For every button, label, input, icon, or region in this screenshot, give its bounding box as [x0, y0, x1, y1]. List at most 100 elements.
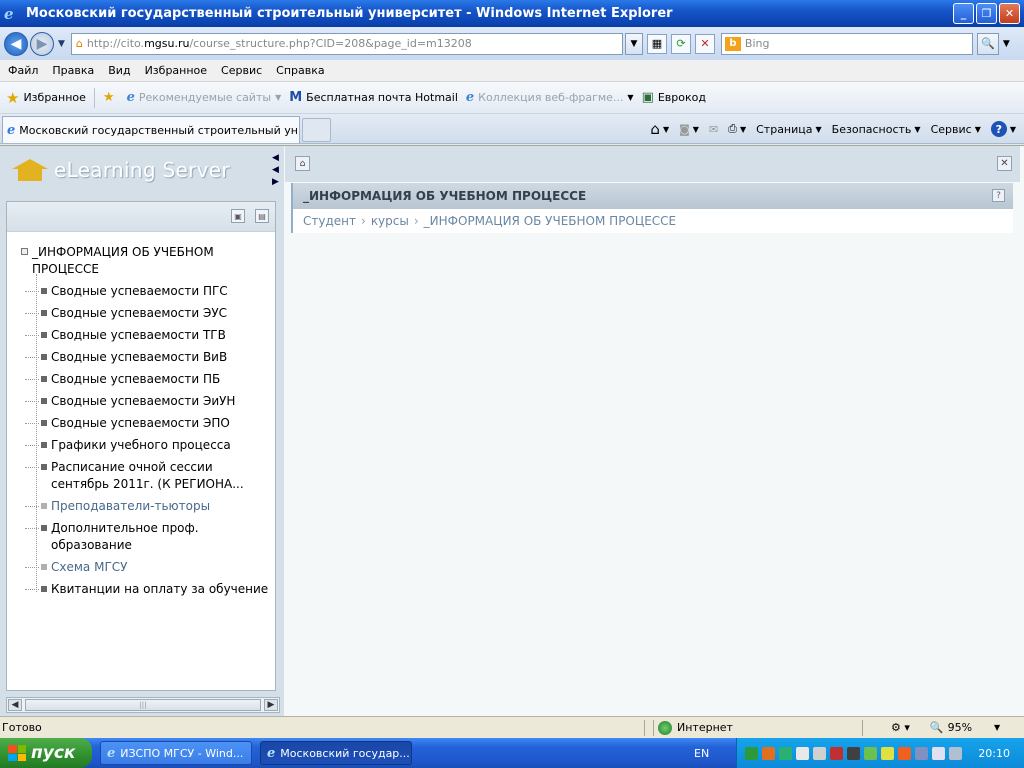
volume-icon[interactable] [898, 746, 911, 760]
window-titlebar[interactable]: e Московский государственный строительны… [0, 0, 1024, 27]
system-tray: 20:10 [736, 738, 1024, 768]
home-button[interactable]: ⌂ ▼ [650, 120, 669, 138]
tray-icon[interactable] [762, 746, 775, 760]
tree-item[interactable]: Графики учебного процесса [19, 437, 269, 454]
tree-item[interactable]: Расписание очной сессии сентябрь 2011г. … [19, 459, 269, 493]
tree-item[interactable]: Сводные успеваемости ВиВ [19, 349, 269, 366]
search-tree-icon[interactable]: ▣ [231, 209, 245, 223]
bullet-icon [41, 310, 47, 316]
tray-icon[interactable] [847, 746, 860, 760]
search-button[interactable]: 🔍 [976, 32, 999, 55]
menu-file[interactable]: Файл [0, 64, 45, 77]
mail-icon: ✉ [708, 122, 719, 136]
address-input[interactable]: ⌂ http://cito. mgsu.ru/course_structure.p… [70, 32, 623, 55]
history-dropdown-icon[interactable]: ▼ [58, 39, 65, 49]
window-icon[interactable]: ▤ [255, 209, 269, 223]
start-button[interactable]: пуск [0, 738, 92, 768]
tab-active[interactable]: e Московский государственный строительны… [2, 116, 300, 143]
main-toolbar: ⌂ ✕ [285, 146, 1020, 182]
tray-icon[interactable] [949, 746, 962, 760]
tree-item[interactable]: Сводные успеваемости ЭУС [19, 305, 269, 322]
tree-root-node[interactable]: _ИНФОРМАЦИЯ ОБ УЧЕБНОМ ПРОЦЕССЕ [19, 244, 269, 278]
breadcrumb-courses[interactable]: курсы [371, 214, 409, 228]
search-input[interactable]: b Bing [720, 32, 973, 55]
restore-button[interactable]: ❐ [976, 3, 997, 24]
print-button[interactable]: ⎙ ▼ [728, 122, 746, 136]
scroll-thumb[interactable]: ||| [25, 699, 261, 711]
breadcrumb-current[interactable]: _ИНФОРМАЦИЯ ОБ УЧЕБНОМ ПРОЦЕССЕ [424, 214, 676, 228]
security-zone[interactable]: Интернет [658, 720, 858, 735]
language-indicator[interactable]: EN [694, 747, 709, 760]
collapse-node-icon[interactable] [21, 248, 28, 255]
help-menu-button[interactable]: ? ▼ [990, 121, 1016, 137]
favorite-eurocode[interactable]: ▣ Еврокод [642, 90, 706, 105]
close-panel-icon[interactable]: ✕ [997, 156, 1012, 171]
menu-tools[interactable]: Сервис [214, 64, 269, 77]
favorite-suggested-sites[interactable]: e Рекомендуемые сайты ▼ [127, 90, 282, 105]
tools-menu-button[interactable]: Сервис ▼ [931, 123, 981, 136]
taskbar-item-izspo[interactable]: e ИЗСПО МГСУ - Wind... [100, 741, 252, 765]
panel-collapse-handle[interactable]: ◀ ◀ ▶ [272, 152, 281, 188]
favorite-web-slice-gallery[interactable]: e Коллекция веб-фрагме... ▼ [466, 90, 634, 105]
tree-item[interactable]: Преподаватели-тьюторы [19, 498, 269, 515]
tray-icon[interactable] [830, 746, 843, 760]
tree-header: ▣ ▤ [7, 202, 275, 232]
new-tab-button[interactable] [302, 118, 331, 142]
tray-icon[interactable] [796, 746, 809, 760]
minimize-button[interactable]: _ [953, 3, 974, 24]
tray-icon[interactable] [745, 746, 758, 760]
safety-menu-button[interactable]: Безопасность ▼ [832, 123, 921, 136]
search-options-dropdown-icon[interactable]: ▼ [1003, 39, 1010, 49]
tree-item[interactable]: Сводные успеваемости ПБ [19, 371, 269, 388]
menu-favorites[interactable]: Избранное [138, 64, 214, 77]
forward-button[interactable]: ▶ [30, 31, 54, 56]
scroll-left-icon[interactable]: ◀ [8, 699, 22, 711]
home-icon: ⌂ [650, 120, 660, 138]
taskbar-item-mgsu[interactable]: e Московский государ... [260, 741, 412, 765]
tree-item[interactable]: Схема МГСУ [19, 559, 269, 576]
star-icon: ★ [6, 88, 20, 107]
favorite-hotmail[interactable]: M Бесплатная почта Hotmail [289, 90, 458, 105]
tree-item[interactable]: Сводные успеваемости ПГС [19, 283, 269, 300]
compatibility-view-icon[interactable]: ▦ [646, 33, 667, 54]
ie-icon: e [465, 90, 475, 105]
tree-item[interactable]: Сводные успеваемости ЭиУН [19, 393, 269, 410]
clock[interactable]: 20:10 [978, 747, 1010, 760]
tray-icon[interactable] [813, 746, 826, 760]
menu-edit[interactable]: Правка [45, 64, 101, 77]
tray-icon[interactable] [864, 746, 877, 760]
tree-item[interactable]: Сводные успеваемости ЭПО [19, 415, 269, 432]
refresh-icon[interactable]: ⟳ [670, 33, 691, 54]
menu-bar: Файл Правка Вид Избранное Сервис Справка [0, 60, 1024, 82]
tray-icon[interactable] [881, 746, 894, 760]
tree-item[interactable]: Квитанции на оплату за обучение [19, 581, 269, 598]
scroll-right-icon[interactable]: ▶ [264, 699, 278, 711]
mail-button[interactable]: ✉ [709, 123, 718, 136]
page-menu-button[interactable]: Страница ▼ [756, 123, 822, 136]
home-icon[interactable]: ⌂ [295, 156, 310, 171]
tree-item[interactable]: Сводные успеваемости ТГВ [19, 327, 269, 344]
breadcrumb-student[interactable]: Студент [303, 214, 356, 228]
tray-icon[interactable] [932, 746, 945, 760]
tray-icon[interactable] [915, 746, 928, 760]
stop-icon[interactable]: ✕ [694, 33, 715, 54]
help-icon[interactable]: ? [992, 189, 1005, 202]
feeds-button[interactable]: ◙ ▼ [679, 123, 699, 136]
menu-help[interactable]: Справка [269, 64, 331, 77]
page-icon: ⌂ [75, 37, 83, 50]
menu-view[interactable]: Вид [101, 64, 137, 77]
tray-icon[interactable] [779, 746, 792, 760]
add-to-favorites-bar-button[interactable]: ★ [103, 90, 119, 105]
zoom-control[interactable]: 🔍 95% ▼ [930, 721, 1000, 734]
back-button[interactable]: ◀ [4, 31, 28, 56]
course-tree: _ИНФОРМАЦИЯ ОБ УЧЕБНОМ ПРОЦЕССЕ Сводные … [19, 244, 269, 598]
tree-item[interactable]: Дополнительное проф. образование [19, 520, 269, 554]
favorites-button[interactable]: ★ Избранное [6, 89, 86, 107]
horizontal-scrollbar[interactable]: ◀ ||| ▶ [6, 697, 280, 713]
bullet-icon [41, 442, 47, 448]
close-button[interactable]: ✕ [999, 3, 1020, 24]
breadcrumb: Студент › курсы › _ИНФОРМАЦИЯ ОБ УЧЕБНОМ… [291, 209, 1013, 233]
address-dropdown-button[interactable]: ▼ [624, 32, 643, 55]
ie-icon: e [126, 90, 135, 105]
protected-mode-icon[interactable]: ⚙ ▾ [891, 721, 910, 734]
